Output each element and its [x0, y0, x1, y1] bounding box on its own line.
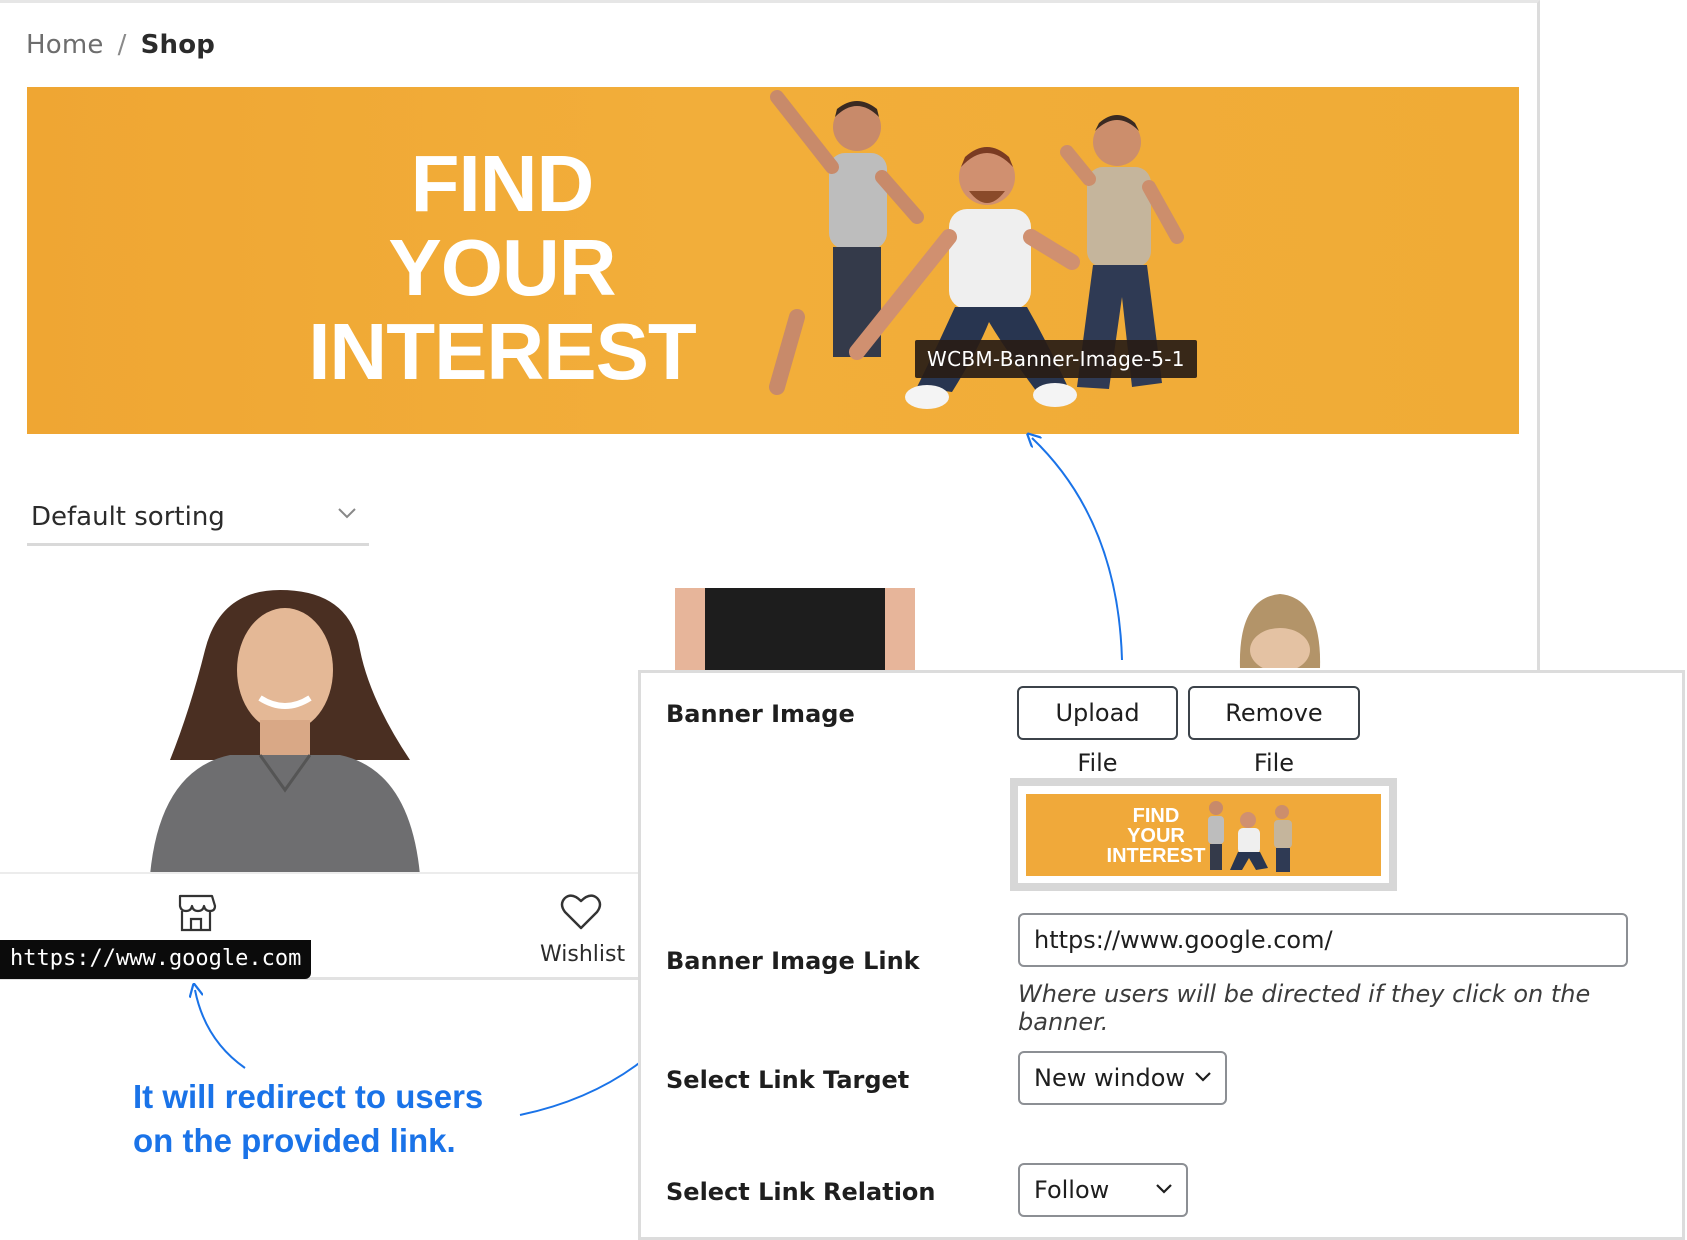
banner-image-link-label: Banner Image Link: [666, 947, 920, 975]
upload-file-button[interactable]: Upload File: [1017, 686, 1178, 777]
link-target-select[interactable]: New window: [1018, 1051, 1227, 1105]
link-target-selected-value: New window: [1034, 1064, 1186, 1092]
arrow-to-banner: [1032, 438, 1123, 661]
annotation-text: It will redirect to users on the provide…: [133, 1075, 483, 1163]
chevron-down-icon: [1156, 1184, 1172, 1194]
remove-file-button[interactable]: Remove File: [1188, 686, 1360, 777]
link-relation-selected-value: Follow: [1034, 1176, 1110, 1204]
annotation-line: It will redirect to users: [133, 1078, 484, 1115]
banner-thumbnail-image: FIND YOUR INTEREST: [1026, 794, 1381, 876]
link-relation-label: Select Link Relation: [666, 1178, 936, 1206]
arrow-to-url-tooltip: [195, 990, 246, 1069]
link-target-label: Select Link Target: [666, 1066, 910, 1094]
link-relation-select[interactable]: Follow: [1018, 1163, 1188, 1217]
chevron-down-icon: [1195, 1072, 1211, 1082]
banner-image-link-help: Where users will be directed if they cli…: [1018, 980, 1591, 1036]
banner-thumbnail: FIND YOUR INTEREST: [1010, 778, 1397, 891]
banner-image-link-input[interactable]: https://www.google.com/: [1018, 913, 1628, 967]
thumbnail-people-photo: [1208, 801, 1292, 872]
annotation-line: on the provided link.: [133, 1122, 456, 1159]
banner-image-label: Banner Image: [666, 700, 855, 728]
